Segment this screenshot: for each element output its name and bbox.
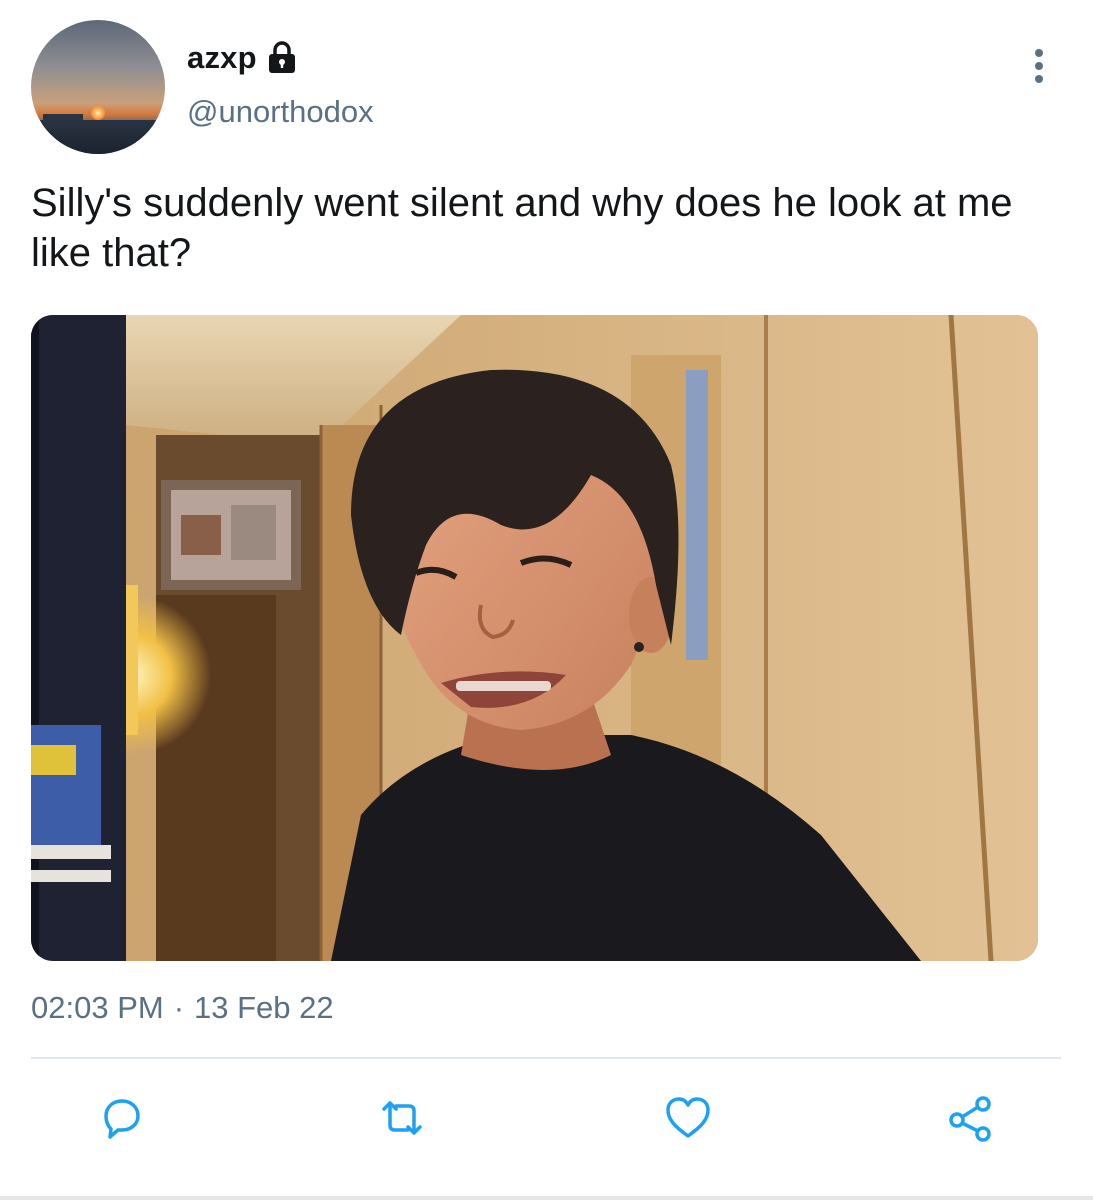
more-vertical-icon[interactable] xyxy=(1024,45,1054,87)
reply-icon xyxy=(96,1092,148,1149)
avatar-sun xyxy=(91,106,105,120)
display-name[interactable]: azxp xyxy=(187,40,257,76)
tweet-media-image[interactable] xyxy=(31,315,1038,961)
tweet-text: Silly's suddenly went silent and why doe… xyxy=(31,181,1013,275)
share-button[interactable] xyxy=(940,1090,1000,1150)
lock-icon xyxy=(267,41,297,75)
tweet-time: 02:03 PM xyxy=(31,990,164,1025)
user-handle[interactable]: @unorthodox xyxy=(187,94,374,130)
tweet-card: azxp @unorthodox Silly's suddenly went s… xyxy=(0,0,1093,1200)
user-name-row: azxp xyxy=(187,38,297,78)
like-button[interactable] xyxy=(658,1090,718,1150)
bottom-border xyxy=(0,1196,1093,1200)
tweet-date: 13 Feb 22 xyxy=(194,990,334,1025)
tweet-actions xyxy=(0,1090,1093,1160)
avatar-skyline xyxy=(31,114,165,154)
timestamp-separator: · xyxy=(173,990,185,1025)
retweet-icon xyxy=(376,1092,428,1149)
reply-button[interactable] xyxy=(92,1090,152,1150)
like-icon xyxy=(662,1092,714,1149)
avatar[interactable] xyxy=(31,20,165,154)
tweet-timestamp[interactable]: 02:03 PM · 13 Feb 22 xyxy=(31,990,334,1026)
divider xyxy=(31,1057,1061,1059)
share-icon xyxy=(944,1092,996,1149)
retweet-button[interactable] xyxy=(372,1090,432,1150)
